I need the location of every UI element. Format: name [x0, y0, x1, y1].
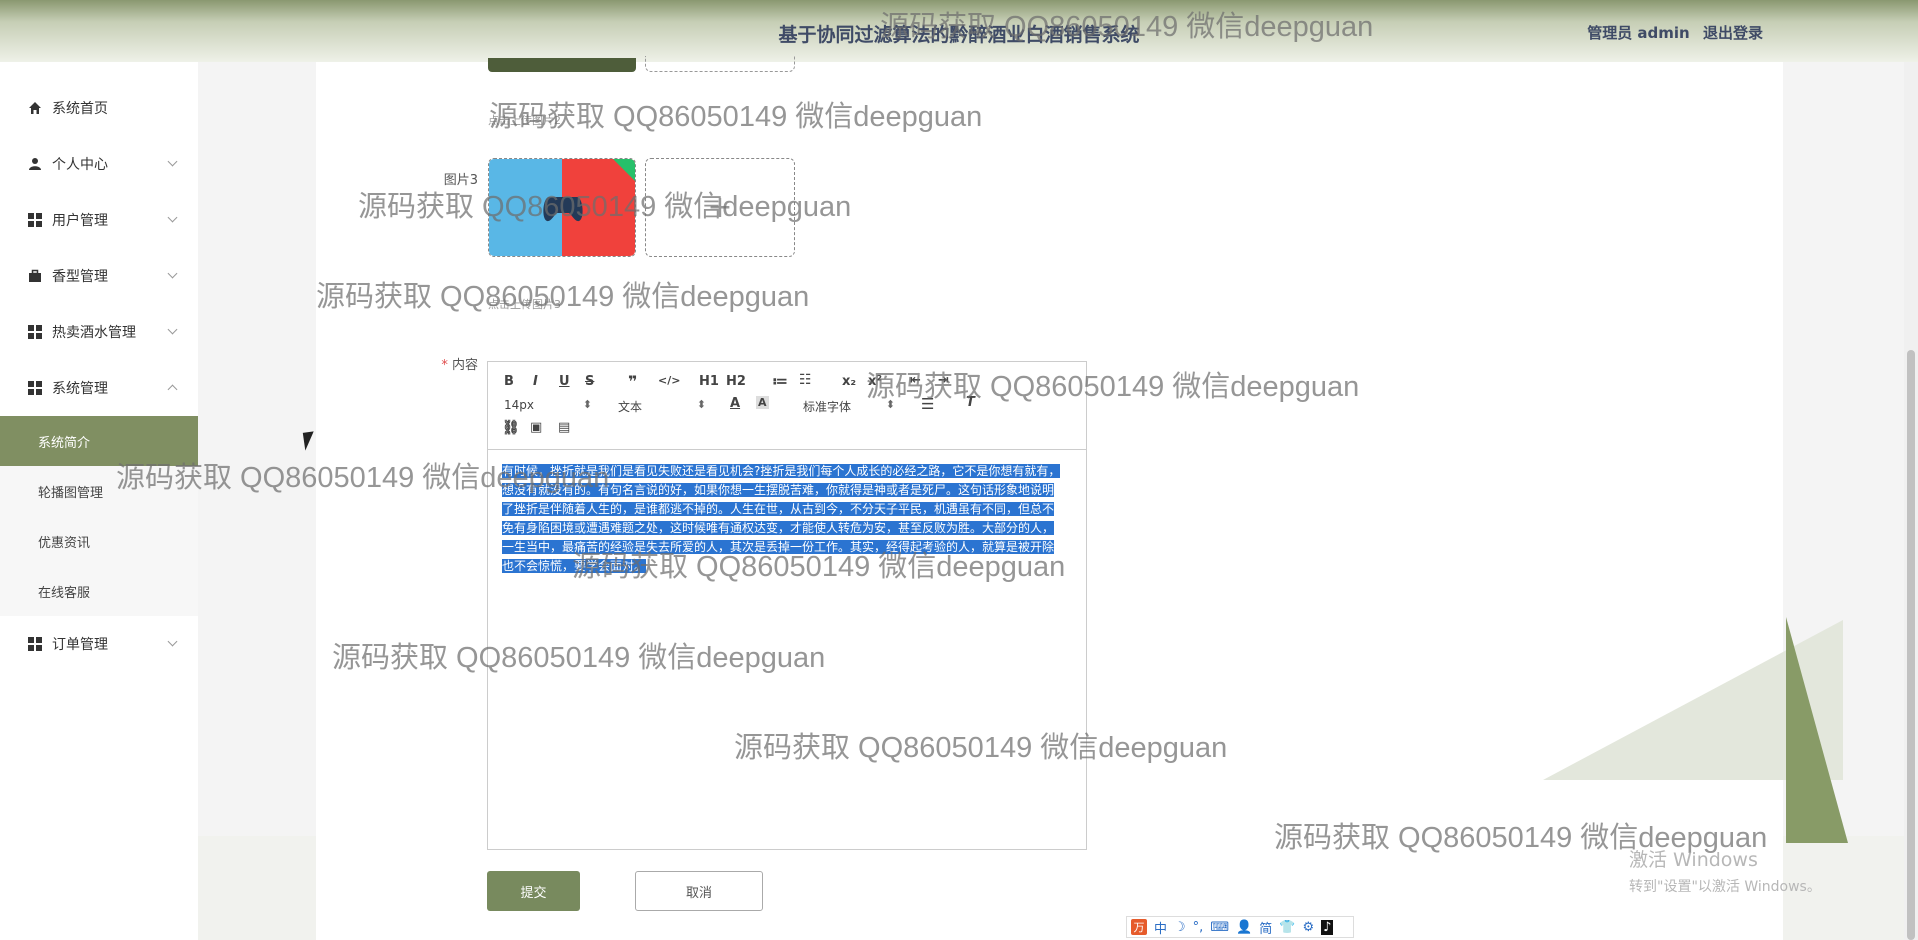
ordered-list-button[interactable]: ≔ — [772, 372, 788, 390]
chevron-down-icon — [167, 636, 178, 647]
grid-icon — [28, 637, 42, 651]
chevron-down-icon — [167, 212, 178, 223]
rich-text-editor[interactable]: B I U S ❞ </> H1 H2 ≔ ☷ x₂ x² ⇤ ⇥ 14px 文… — [487, 361, 1087, 850]
h2-button[interactable]: H2 — [726, 374, 746, 389]
skin-icon[interactable]: 👕 — [1279, 920, 1295, 935]
submit-button[interactable]: 提交 — [487, 871, 580, 911]
sidebar-item-profile[interactable]: 个人中心 — [0, 136, 198, 192]
punctuation-icon[interactable]: °, — [1193, 920, 1204, 935]
scrollbar-thumb[interactable] — [1907, 350, 1915, 940]
watermark: 源码获取 QQ86050149 微信deepguan — [880, 11, 1374, 43]
sidebar-subitem-promo[interactable]: 优惠资讯 — [0, 516, 198, 566]
h1-button[interactable]: H1 — [699, 374, 719, 389]
page-scrollbar[interactable] — [1904, 62, 1918, 940]
sidebar-item-label: 热卖酒水管理 — [52, 325, 136, 341]
user-area: 管理员 admin 退出登录 — [1579, 22, 1763, 43]
text-style-select[interactable]: 文本 — [618, 398, 706, 415]
activation-title: 激活 Windows — [1629, 849, 1758, 871]
image-icon[interactable]: ▣ — [530, 420, 542, 435]
ime-logo-icon: 万 — [1131, 919, 1147, 935]
ime-simplified-toggle[interactable]: 简 — [1259, 918, 1272, 937]
bullet-list-button[interactable]: ☷ — [799, 372, 812, 388]
sidebar-item-label: 系统首页 — [52, 101, 108, 117]
watermark: 源码获取 QQ86050149 微信deepguan — [358, 191, 852, 223]
moon-icon[interactable]: ☽ — [1174, 920, 1186, 935]
content-label: * 内容 — [420, 354, 478, 373]
mouse-cursor-icon — [302, 431, 317, 451]
sidebar-item-hot-drinks[interactable]: 热卖酒水管理 — [0, 304, 198, 360]
subscript-button[interactable]: x₂ — [842, 374, 856, 389]
home-icon — [28, 101, 42, 115]
sidebar-item-label: 系统管理 — [52, 381, 108, 397]
sidebar-item-label: 用户管理 — [52, 213, 108, 229]
watermark: 源码获取 QQ86050149 微信deepguan — [316, 281, 810, 313]
logout-link[interactable]: 退出登录 — [1703, 24, 1763, 42]
sidebar-item-orders[interactable]: 订单管理 — [0, 616, 198, 672]
chevron-down-icon — [167, 324, 178, 335]
video-icon[interactable]: ▤ — [558, 420, 570, 435]
decorative-triangle — [1786, 617, 1848, 843]
activation-subtitle: 转到"设置"以激活 Windows。 — [1629, 879, 1821, 895]
link-icon[interactable]: ⛓ — [502, 420, 520, 436]
required-mark: * — [441, 358, 448, 373]
sidebar-item-users[interactable]: 用户管理 — [0, 192, 198, 248]
watermark: 源码获取 QQ86050149 微信deepguan — [572, 551, 1066, 583]
chevron-down-icon — [167, 268, 178, 279]
user-icon — [28, 157, 42, 171]
cancel-button[interactable]: 取消 — [635, 871, 763, 911]
settings-icon[interactable]: ⚙ — [1302, 920, 1314, 935]
quote-button[interactable]: ❞ — [628, 372, 637, 391]
grid-icon — [28, 325, 42, 339]
chevron-up-icon — [167, 384, 178, 395]
watermark: 源码获取 QQ86050149 微信deepguan — [332, 642, 826, 674]
bold-button[interactable]: B — [504, 374, 514, 389]
font-color-icon[interactable]: A — [730, 396, 740, 411]
ime-chinese-toggle[interactable]: 中 — [1154, 918, 1167, 937]
sidebar-item-home[interactable]: 系统首页 — [0, 80, 198, 136]
underline-button[interactable]: U — [559, 374, 570, 389]
watermark: 源码获取 QQ86050149 微信deepguan — [866, 371, 1360, 403]
font-size-select[interactable]: 14px — [504, 398, 592, 412]
sidebar-subitem-support[interactable]: 在线客服 — [0, 566, 198, 616]
grid-icon — [28, 213, 42, 227]
user-icon[interactable]: 👤 — [1236, 920, 1252, 935]
sidebar-item-label: 个人中心 — [52, 157, 108, 173]
chevron-down-icon — [167, 156, 178, 167]
strike-button[interactable]: S — [585, 374, 594, 389]
admin-label: 管理员 admin — [1587, 24, 1690, 42]
sidebar-item-system[interactable]: 系统管理 — [0, 360, 198, 416]
sidebar: 系统首页 个人中心 用户管理 香型管理 热卖酒水管理 系统管理 系统简介 轮播图… — [0, 62, 198, 940]
system-submenu: 系统简介 轮播图管理 优惠资讯 在线客服 — [0, 416, 198, 616]
sidebar-item-label: 香型管理 — [52, 269, 108, 285]
watermark: 源码获取 QQ86050149 微信deepguan — [489, 101, 983, 133]
sidebar-item-label: 订单管理 — [52, 637, 108, 653]
watermark: 源码获取 QQ86050149 微信deepguan — [734, 732, 1228, 764]
image2-upload-box[interactable] — [645, 56, 795, 72]
briefcase-icon — [28, 269, 42, 283]
sidebar-item-aroma[interactable]: 香型管理 — [0, 248, 198, 304]
ime-toolbar[interactable]: 万 中 ☽ °, ⌨ 👤 简 👕 ⚙ ♪ — [1126, 916, 1354, 938]
windows-activation-notice: 激活 Windows 转到"设置"以激活 Windows。 — [1629, 845, 1821, 896]
italic-button[interactable]: I — [533, 374, 538, 389]
image2-preview-edge — [488, 58, 636, 72]
tiktok-icon[interactable]: ♪ — [1321, 919, 1334, 935]
code-button[interactable]: </> — [658, 374, 680, 387]
content-label-text: 内容 — [451, 358, 478, 373]
keyboard-icon[interactable]: ⌨ — [1210, 920, 1229, 935]
watermark: 源码获取 QQ86050149 微信deepguan — [116, 462, 610, 494]
highlight-color-icon[interactable]: A — [756, 396, 769, 409]
grid-icon — [28, 381, 42, 395]
